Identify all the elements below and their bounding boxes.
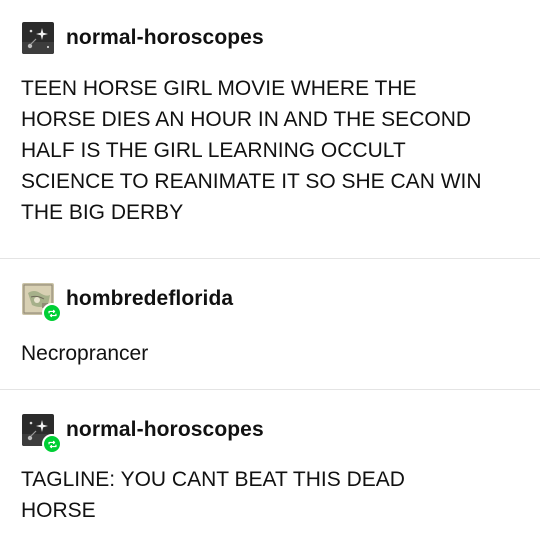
avatar[interactable] bbox=[22, 22, 54, 54]
reblog-badge bbox=[42, 303, 62, 323]
post-body: TAGLINE: YOU CANT BEAT THIS DEAD HORSE bbox=[21, 468, 405, 522]
username[interactable]: hombredeflorida bbox=[66, 287, 233, 311]
post-2-header: hombredeflorida bbox=[22, 283, 233, 323]
post-3: normal-horoscopes TAGLINE: YOU CANT BEAT… bbox=[0, 390, 540, 555]
reblog-icon bbox=[47, 309, 57, 317]
username[interactable]: normal-horoscopes bbox=[66, 418, 264, 442]
reblog-icon bbox=[47, 440, 57, 448]
post-1: normal-horoscopes TEEN HORSE GIRL MOVIE … bbox=[0, 0, 540, 258]
post-body: TEEN HORSE GIRL MOVIE WHERE THE HORSE DI… bbox=[21, 77, 482, 224]
post-1-header: normal-horoscopes bbox=[22, 22, 264, 54]
reblog-badge bbox=[42, 434, 62, 454]
post-2: hombredeflorida Necroprancer bbox=[0, 259, 540, 389]
username[interactable]: normal-horoscopes bbox=[66, 26, 264, 50]
avatar[interactable] bbox=[22, 414, 62, 454]
post-3-header: normal-horoscopes bbox=[22, 414, 264, 454]
post-body: Necroprancer bbox=[21, 342, 149, 365]
sparkle-avatar-icon bbox=[22, 22, 54, 54]
avatar[interactable] bbox=[22, 283, 62, 323]
